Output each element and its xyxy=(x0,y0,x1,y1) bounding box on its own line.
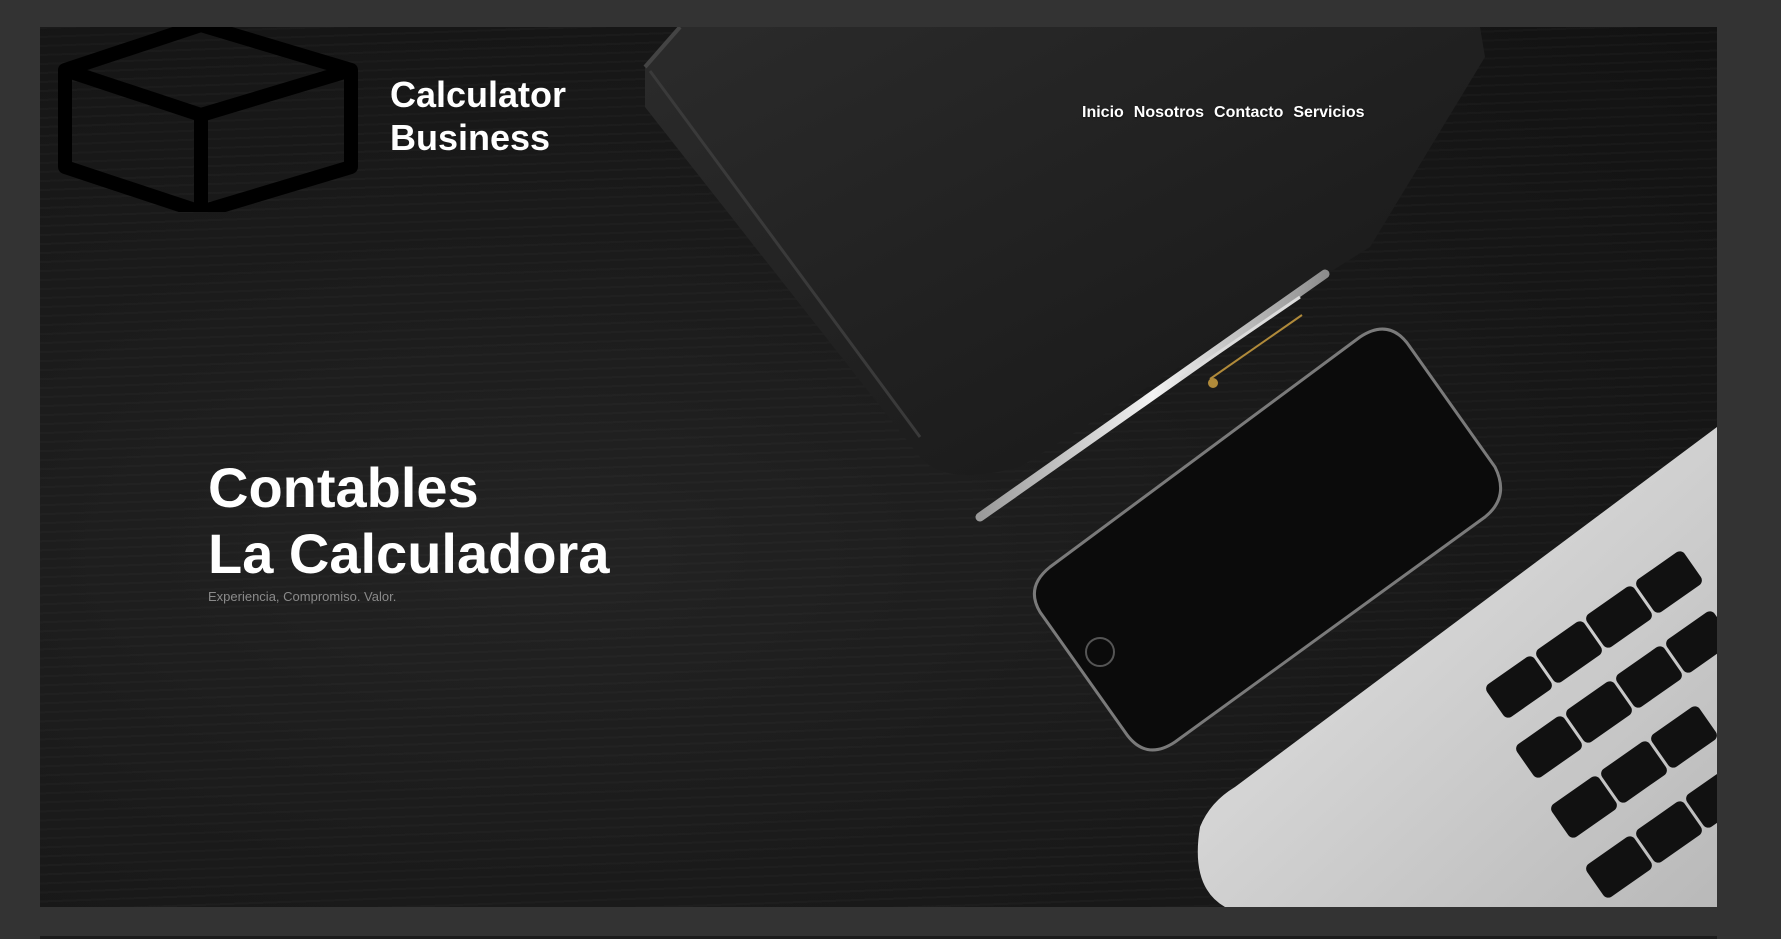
brand-line-1: Calculator xyxy=(390,74,567,115)
hero-section: Calculator Business Inicio Nosotros Cont… xyxy=(40,27,1717,907)
main-nav: Inicio Nosotros Contacto Servicios xyxy=(1082,104,1365,122)
hero-tagline: Experiencia, Compromiso. Valor. xyxy=(208,589,397,604)
nav-inicio[interactable]: Inicio xyxy=(1082,104,1124,122)
nav-nosotros[interactable]: Nosotros xyxy=(1134,104,1204,122)
brand-line-2: Business xyxy=(390,117,551,158)
hero-title: Contables La Calculadora xyxy=(208,455,609,587)
nav-servicios[interactable]: Servicios xyxy=(1293,104,1364,122)
box-icon xyxy=(58,27,358,212)
hero-title-line-1: Contables xyxy=(208,456,479,519)
brand-name[interactable]: Calculator Business xyxy=(390,73,566,159)
hero-title-line-2: La Calculadora xyxy=(208,522,610,585)
nav-contacto[interactable]: Contacto xyxy=(1214,104,1283,122)
